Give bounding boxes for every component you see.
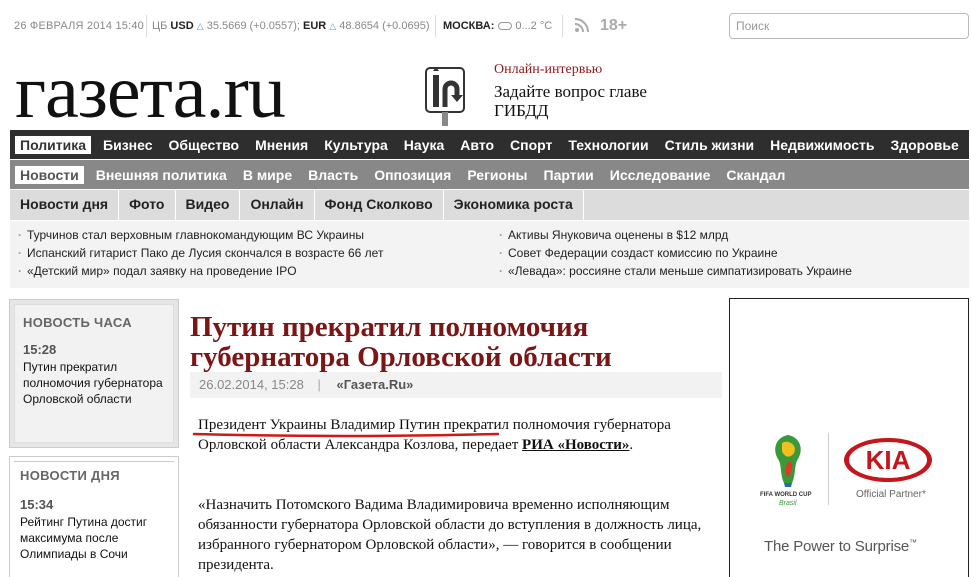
- main-nav-item[interactable]: Спорт: [506, 136, 556, 154]
- section-nav-item[interactable]: Фонд Сколково: [315, 190, 444, 220]
- ticker-item[interactable]: «Левада»: россияне стали меньше симпатиз…: [499, 263, 852, 281]
- section-nav-item[interactable]: Новости дня: [10, 190, 120, 220]
- main-nav-item[interactable]: Бизнес: [99, 136, 156, 154]
- sub-nav-item[interactable]: В мире: [239, 166, 296, 184]
- sub-nav-item[interactable]: Скандал: [722, 166, 789, 184]
- section-nav-item[interactable]: Онлайн: [240, 190, 315, 220]
- article-paragraph-2: «Назначить Потомского Вадима Владимирови…: [198, 497, 702, 573]
- news-day-inner: НОВОСТИ ДНЯ 15:34 Рейтинг Путина достиг …: [14, 461, 174, 577]
- ad-partner: Official Partner*: [856, 489, 926, 500]
- ticker-item[interactable]: Испанский гитарист Пако де Лусия скончал…: [18, 245, 383, 263]
- news-hour-box: НОВОСТЬ ЧАСА 15:28 Путин прекратил полно…: [9, 299, 179, 448]
- currency-eur: EUR △ 48.8654 (+0.0695): [303, 20, 430, 32]
- sub-nav-item[interactable]: Партии: [540, 166, 598, 184]
- usd-rate: 35.5669 (+0.0557);: [206, 20, 300, 32]
- cb-label: ЦБ: [152, 20, 168, 32]
- ad-divider: [828, 433, 829, 505]
- ad-tagline-text: The Power to Surprise: [764, 538, 910, 555]
- cup-caption: FIFA WORLD CUP: [760, 492, 812, 498]
- cup-country: Brasil: [779, 500, 797, 507]
- main-nav-item[interactable]: Недвижимость: [766, 136, 878, 154]
- age-rating: 18+: [600, 17, 628, 34]
- article-date: 26.02.2014, 15:28: [199, 377, 304, 392]
- ticker-left: Турчинов стал верховным главнокомандующи…: [18, 227, 383, 281]
- main-nav-item[interactable]: Общество: [165, 136, 244, 154]
- advertisement[interactable]: FIFA WORLD CUP Brasil KIA Official Partn…: [729, 298, 969, 577]
- sub-nav-item[interactable]: Оппозиция: [370, 166, 455, 184]
- ticker-item[interactable]: Турчинов стал верховным главнокомандующи…: [18, 227, 383, 245]
- article-source[interactable]: «Газета.Ru»: [336, 377, 413, 392]
- news-day-box: НОВОСТИ ДНЯ 15:34 Рейтинг Путина достиг …: [9, 456, 179, 577]
- article-title: Путин прекратил полномочия губернатора О…: [190, 311, 612, 373]
- kia-wordmark: KIA: [866, 445, 911, 475]
- kia-logo-icon: KIA: [844, 438, 932, 482]
- divider: [146, 15, 147, 37]
- currency-usd: ЦБ USD △ 35.5669 (+0.0557);: [152, 20, 300, 32]
- news-day-text[interactable]: Рейтинг Путина достиг максимума после Ол…: [20, 514, 168, 562]
- main-nav-item[interactable]: Здоровье: [886, 136, 962, 154]
- triangle-up-icon: △: [329, 21, 337, 31]
- news-day-heading[interactable]: НОВОСТИ ДНЯ: [20, 468, 168, 483]
- article-source-label[interactable]: «Газета.Ru»: [336, 377, 413, 392]
- site-logo[interactable]: газета.ru: [15, 52, 286, 132]
- usd-label: USD: [170, 20, 194, 32]
- divider: [562, 15, 563, 37]
- main-nav-item[interactable]: Наука: [400, 136, 448, 154]
- temperature: 0...2 °С: [515, 20, 553, 32]
- main-nav-item[interactable]: Технологии: [564, 136, 652, 154]
- section-nav-item[interactable]: Видео: [176, 190, 241, 220]
- red-underline-mark: [192, 432, 500, 438]
- sub-nav-item[interactable]: Власть: [304, 166, 362, 184]
- search-box[interactable]: [729, 13, 969, 39]
- cloud-icon: [498, 22, 513, 30]
- paragraph-end: .: [629, 437, 634, 453]
- divider: [435, 15, 436, 37]
- weather: МОСКВА: 0...2 °С: [443, 20, 552, 32]
- search-input[interactable]: [736, 15, 966, 37]
- source-link[interactable]: РИА «Новости»: [522, 437, 629, 453]
- news-hour-time: 15:28: [23, 342, 57, 357]
- ticker-item[interactable]: Активы Януковича оценены в $12 млрд: [499, 227, 852, 245]
- article-meta: 26.02.2014, 15:28 | «Газета.Ru»: [190, 372, 722, 398]
- city-label: МОСКВА:: [443, 20, 495, 32]
- world-cup-logo-icon: [775, 435, 801, 487]
- news-ticker: Турчинов стал верховным главнокомандующи…: [10, 221, 969, 288]
- sub-nav-item[interactable]: Новости: [15, 165, 84, 184]
- sub-nav-item[interactable]: Внешняя политика: [92, 166, 231, 184]
- meta-separator: |: [317, 377, 321, 392]
- promo-kicker[interactable]: Онлайн-интервью: [494, 62, 602, 78]
- news-hour-inner: НОВОСТЬ ЧАСА 15:28 Путин прекратил полно…: [14, 304, 174, 443]
- sub-nav-item[interactable]: Исследование: [606, 166, 715, 184]
- ad-tagline: The Power to Surprise™: [764, 538, 917, 555]
- top-bar: 26 ФЕВРАЛЯ 2014 15:40 ЦБ USD △ 35.5669 (…: [0, 0, 971, 54]
- section-nav: Новости дня Фото Видео Онлайн Фонд Сколково Э…: [10, 190, 969, 220]
- main-nav-item[interactable]: Мнения: [251, 136, 312, 154]
- ad-partner-label: Official Partner: [856, 489, 922, 500]
- news-hour-heading[interactable]: НОВОСТЬ ЧАСА: [23, 315, 165, 330]
- promo-text[interactable]: Задайте вопрос главе ГИБДД: [494, 82, 654, 120]
- main-nav-item[interactable]: Стиль жизни: [661, 136, 759, 154]
- news-day-time: 15:34: [20, 497, 54, 512]
- main-nav: Политика Бизнес Общество Мнения Культура Наук…: [10, 130, 969, 159]
- eur-rate: 48.8654 (+0.0695): [339, 20, 430, 32]
- sub-nav: Новости Внешняя политика В мире Власть Оппоз…: [10, 160, 969, 189]
- rss-icon[interactable]: [574, 17, 590, 33]
- main-nav-item[interactable]: Культура: [320, 136, 392, 154]
- main-nav-item[interactable]: Авто: [456, 136, 498, 154]
- ticker-item[interactable]: «Детский мир» подал заявку на проведение…: [18, 263, 383, 281]
- section-nav-item[interactable]: Экономика роста: [444, 190, 584, 220]
- section-nav-item[interactable]: Фото: [119, 190, 176, 220]
- ticker-right: Активы Януковича оценены в $12 млрд Сове…: [499, 227, 852, 281]
- sub-nav-item[interactable]: Регионы: [463, 166, 531, 184]
- road-sign-icon[interactable]: [425, 67, 465, 127]
- ad-tm: ™: [909, 538, 917, 547]
- current-date: 26 ФЕВРАЛЯ 2014 15:40: [14, 20, 144, 32]
- triangle-up-icon: △: [196, 21, 204, 31]
- news-hour-text[interactable]: Путин прекратил полномочия губернатора О…: [23, 359, 165, 407]
- ticker-item[interactable]: Совет Федерации создаст комиссию по Укра…: [499, 245, 852, 263]
- eur-label: EUR: [303, 20, 327, 32]
- main-nav-item[interactable]: Политика: [15, 135, 92, 154]
